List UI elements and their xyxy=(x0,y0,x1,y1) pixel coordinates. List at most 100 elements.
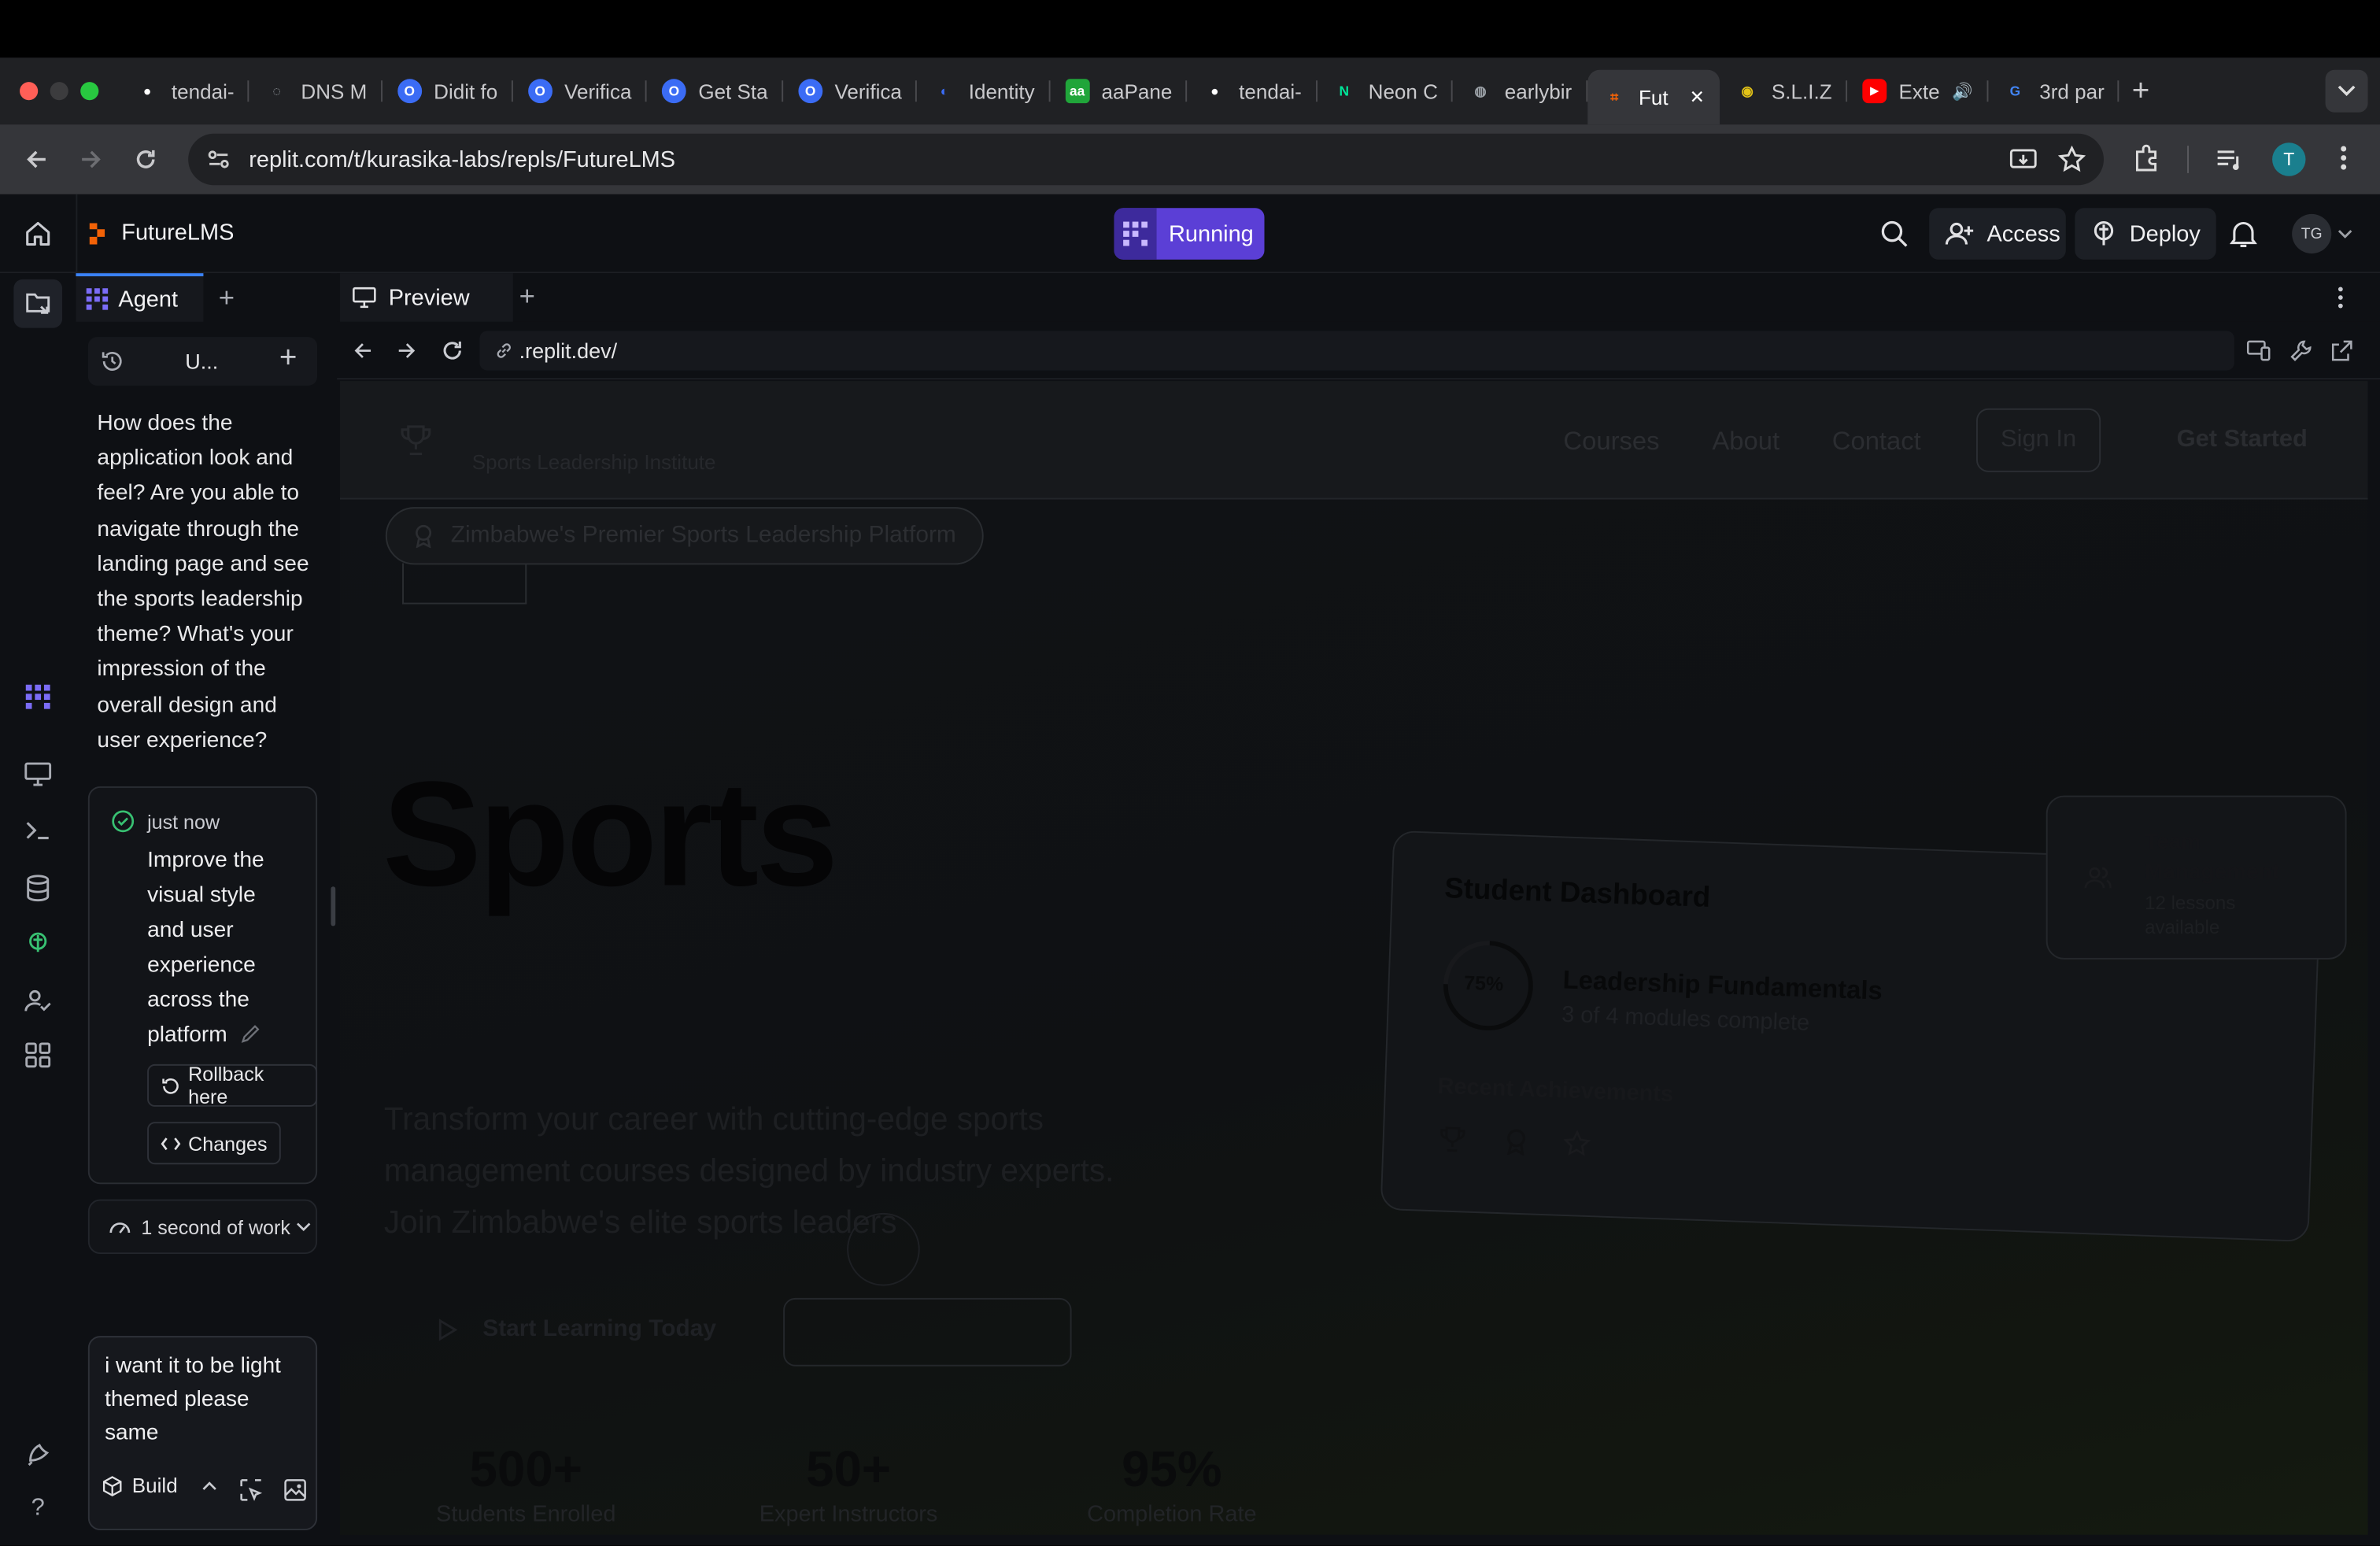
users-icon[interactable] xyxy=(20,982,56,1019)
browser-tab-title: DNS M xyxy=(301,80,368,103)
search-icon[interactable] xyxy=(1879,219,1910,250)
preview-url-text[interactable]: .replit.dev/ xyxy=(519,338,618,363)
browser-tab[interactable]: aa aaPane xyxy=(1050,68,1188,114)
home-icon[interactable] xyxy=(23,219,54,250)
devtools-wrench-icon[interactable] xyxy=(2289,338,2313,363)
install-app-icon[interactable] xyxy=(2009,147,2037,172)
back-icon[interactable] xyxy=(9,132,64,187)
access-button[interactable]: Access xyxy=(1929,208,2066,260)
agent-input[interactable]: i want it to be light themed please same… xyxy=(87,1336,318,1530)
browser-tab[interactable]: ▶ Exte 🔊 xyxy=(1847,68,1988,114)
browser-tab[interactable]: ● tendai- xyxy=(1188,68,1318,114)
edit-pencil-icon[interactable] xyxy=(239,1023,261,1045)
reload-icon[interactable] xyxy=(118,132,172,187)
get-started-button[interactable]: Get Started xyxy=(2177,427,2308,454)
notifications-bell-icon[interactable] xyxy=(2230,219,2257,250)
database-icon[interactable] xyxy=(20,870,56,906)
mode-selector[interactable]: Build xyxy=(102,1474,217,1497)
help-icon[interactable]: ? xyxy=(20,1491,56,1527)
agent-input-text[interactable]: i want it to be light themed please same xyxy=(105,1349,302,1449)
user-avatar[interactable]: TG xyxy=(2292,213,2332,254)
history-icon[interactable] xyxy=(100,350,124,374)
preview-url-field[interactable]: .replit.dev/ xyxy=(479,331,2234,371)
bug-report-icon[interactable] xyxy=(20,1436,56,1472)
select-element-icon[interactable] xyxy=(240,1478,263,1501)
rollback-label: Rollback here xyxy=(188,1062,264,1108)
attach-image-icon[interactable] xyxy=(284,1478,307,1501)
pane-menu-icon[interactable] xyxy=(2336,286,2345,310)
browser-tab[interactable]: ◌ DNS M xyxy=(249,68,382,114)
circle-icon: ◐ xyxy=(940,83,949,99)
preview-back-icon[interactable] xyxy=(352,340,373,361)
thread-title[interactable]: U... xyxy=(185,350,218,374)
extensions-icon[interactable] xyxy=(2131,142,2162,173)
browser-tab[interactable]: O Get Sta xyxy=(647,68,783,114)
nav-about[interactable]: About xyxy=(1712,427,1779,457)
deployments-icon[interactable] xyxy=(20,926,56,962)
close-tab-icon[interactable]: ✕ xyxy=(1690,87,1705,108)
tab-search-button[interactable] xyxy=(2325,69,2368,113)
browser-tab[interactable]: ◍ earlybir xyxy=(1453,68,1587,114)
browser-tab-title: Verifica xyxy=(564,80,632,103)
checkpoint-time: just now xyxy=(147,810,220,834)
rollback-button[interactable]: Rollback here xyxy=(147,1062,318,1108)
profile-avatar[interactable]: T xyxy=(2272,142,2306,176)
google-icon: G xyxy=(2009,83,2021,99)
files-icon[interactable] xyxy=(13,279,63,328)
forward-icon[interactable] xyxy=(64,132,118,187)
new-chat-plus-icon[interactable]: + xyxy=(279,342,298,376)
trophy-logo-icon[interactable] xyxy=(399,423,432,457)
hero-subtitle: Transform your career with cutting-edge … xyxy=(383,1102,1114,1241)
open-new-window-icon[interactable] xyxy=(2330,338,2354,363)
address-bar[interactable]: replit.com/t/kurasika-labs/repls/FutureL… xyxy=(188,133,2104,186)
new-tab-plus-icon[interactable]: + xyxy=(519,281,535,313)
new-tab-plus-icon[interactable]: + xyxy=(219,283,235,314)
changes-button[interactable]: Changes xyxy=(147,1122,281,1165)
bookmark-star-icon[interactable] xyxy=(2058,146,2086,173)
browser-tab[interactable]: O Verifica xyxy=(783,68,918,114)
browser-tab[interactable]: G 3rd par xyxy=(1988,68,2120,114)
start-learning-button[interactable]: Start Learning Today xyxy=(416,1298,765,1362)
browser-tab[interactable]: ◉ S.L.I.Z xyxy=(1720,68,1847,114)
nav-contact[interactable]: Contact xyxy=(1832,427,1921,457)
site-settings-icon[interactable] xyxy=(206,147,231,172)
nav-courses[interactable]: Courses xyxy=(1563,427,1659,457)
browser-tab[interactable]: ◐ Identity xyxy=(917,68,1050,114)
browser-menu-icon[interactable] xyxy=(2338,142,2349,173)
browser-tab[interactable]: N Neon C xyxy=(1317,68,1454,114)
browser-tab[interactable]: O Verifica xyxy=(512,68,647,114)
signin-button[interactable]: Sign In xyxy=(1975,408,2101,472)
achievements-label: Recent Achievements xyxy=(1437,1073,1674,1108)
secondary-cta-button[interactable] xyxy=(783,1297,1072,1367)
preview-reload-icon[interactable] xyxy=(440,338,464,363)
shell-icon[interactable] xyxy=(20,812,56,849)
tab-preview[interactable]: Preview xyxy=(339,273,513,322)
panel-resize-handle[interactable] xyxy=(331,886,336,926)
close-window-button[interactable] xyxy=(20,82,39,101)
browser-tab[interactable]: ⌗ Fut ✕ xyxy=(1587,69,1720,125)
work-summary[interactable]: 1 second of work xyxy=(87,1199,318,1254)
project-name[interactable]: FutureLMS xyxy=(121,220,234,246)
preview-forward-icon[interactable] xyxy=(396,340,417,361)
zoom-window-button[interactable] xyxy=(80,82,99,101)
project-title[interactable]: FutureLMS xyxy=(85,220,234,246)
all-tools-grid-icon[interactable] xyxy=(20,1037,56,1073)
tab-agent[interactable]: Agent xyxy=(76,273,204,322)
account-menu[interactable]: TG xyxy=(2292,213,2352,254)
minimize-window-button[interactable] xyxy=(50,82,68,101)
didit-icon: O xyxy=(662,79,686,104)
agent-icon[interactable] xyxy=(20,679,56,715)
new-tab-button[interactable]: + xyxy=(2119,70,2162,113)
run-status-button[interactable]: Running xyxy=(1114,208,1265,260)
changes-label: Changes xyxy=(188,1131,268,1155)
chevron-down-icon[interactable] xyxy=(2338,229,2352,239)
speaker-icon[interactable]: 🔊 xyxy=(1952,81,1972,101)
browser-tab[interactable]: ● tendai- xyxy=(120,68,249,114)
deploy-button[interactable]: Deploy xyxy=(2075,208,2216,260)
media-control-icon[interactable] xyxy=(2215,144,2245,175)
url-text[interactable]: replit.com/t/kurasika-labs/repls/FutureL… xyxy=(249,146,675,172)
browser-tab[interactable]: O Didit fo xyxy=(382,68,513,114)
preview-monitor-icon[interactable] xyxy=(20,756,56,792)
browser-tab-strip: ● tendai- ◌ DNS M O Didit fo O Verifica O Get Sta… xyxy=(0,57,2380,125)
devices-icon[interactable] xyxy=(2246,338,2271,363)
